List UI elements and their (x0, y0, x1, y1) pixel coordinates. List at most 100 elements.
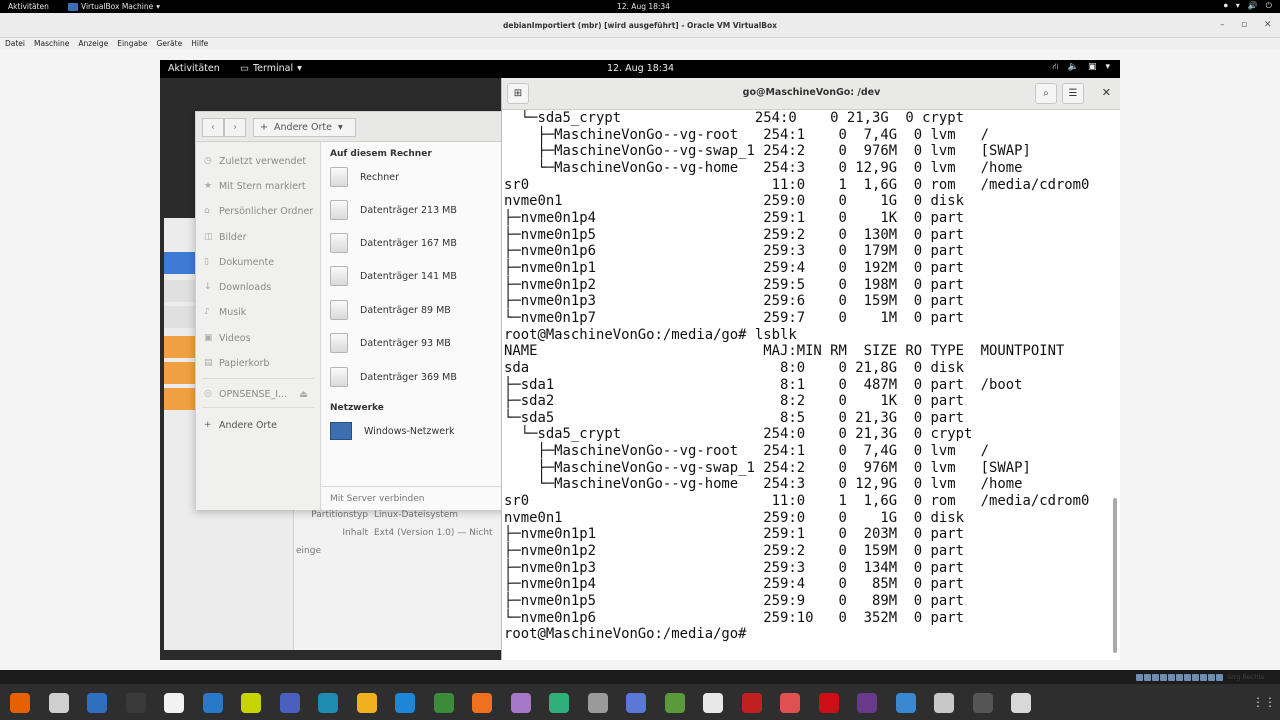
files-window: ‹ › + Andere Orte ▾ ◷ Zuletzt verwendet ★… (195, 111, 526, 510)
xmind-icon[interactable] (549, 693, 569, 713)
close-button[interactable]: ✕ (1264, 13, 1272, 38)
sidebar-item-recent[interactable]: ◷ Zuletzt verwendet (204, 152, 306, 170)
forward-button[interactable]: › (224, 118, 246, 137)
location-row[interactable]: Datenträger 369 MB (330, 366, 457, 388)
network-icon[interactable] (279, 693, 300, 713)
opera-icon[interactable] (818, 693, 839, 713)
guest-activities-button[interactable]: Aktivitäten (168, 63, 220, 74)
text-editor-icon[interactable] (164, 693, 184, 713)
display-icon[interactable] (1184, 673, 1191, 681)
mouse-icon[interactable] (1208, 673, 1215, 681)
sidebar-item-home[interactable]: ⌂ Persönlicher Ordner (204, 202, 313, 220)
globe-icon[interactable] (433, 693, 454, 713)
window-icon[interactable] (626, 693, 646, 713)
writer-icon[interactable] (87, 693, 107, 713)
menu-hilfe[interactable]: Hilfe (191, 38, 208, 50)
browser-icon[interactable] (510, 693, 531, 713)
archive-icon[interactable] (356, 693, 377, 713)
scrollbar[interactable] (1113, 498, 1117, 653)
location-row[interactable]: Datenträger 141 MB (330, 265, 457, 287)
clock[interactable]: 12. Aug 18:34 (617, 2, 670, 11)
location-label: Datenträger 141 MB (360, 270, 457, 282)
location-row[interactable]: Datenträger 93 MB (330, 332, 451, 354)
close-button[interactable]: ✕ (1102, 86, 1111, 99)
property-key: Inhalt (342, 528, 368, 538)
sidebar-item-music[interactable]: ♪ Musik (204, 303, 246, 321)
terminal-icon[interactable] (125, 693, 146, 713)
eject-icon[interactable]: ⏏ (299, 389, 308, 400)
menu-button[interactable]: ☰ (1062, 83, 1084, 104)
sidebar-item-starred[interactable]: ★ Mit Stern markiert (204, 177, 306, 195)
guest-app-menu[interactable]: ▭ Terminal ▾ (240, 63, 302, 74)
menu-geraete[interactable]: Geräte (157, 38, 183, 50)
window-title: debianImportiert (mbr) [wird ausgeführt]… (503, 21, 777, 30)
blank-icon[interactable] (972, 693, 993, 713)
puzzle-icon[interactable] (780, 693, 800, 713)
files-icon[interactable] (48, 693, 69, 713)
firefox-icon[interactable] (10, 693, 30, 713)
sidebar-item-other-locations[interactable]: + Andere Orte (204, 416, 277, 434)
check-icon[interactable] (703, 693, 723, 713)
location-row[interactable]: Datenträger 167 MB (330, 232, 457, 254)
location-row[interactable]: Datenträger 89 MB (330, 299, 451, 321)
host-key-label: Strg Rechts (1227, 673, 1265, 681)
sidebar-item-pictures[interactable]: ◫ Bilder (204, 228, 247, 246)
guest-screen[interactable]: Aktivitäten ▭ Terminal ▾ 12. Aug 18:34 ⛙ 🔈… (160, 60, 1120, 660)
minimize-button[interactable]: – (1220, 13, 1225, 38)
shared-folder-icon[interactable] (1176, 673, 1183, 681)
menu-maschine[interactable]: Maschine (34, 38, 69, 50)
settings-icon[interactable] (587, 693, 608, 713)
filezilla-icon[interactable] (741, 693, 762, 713)
hdd-icon[interactable] (1136, 673, 1143, 681)
back-button[interactable]: ‹ (202, 118, 224, 137)
menu-anzeige[interactable]: Anzeige (78, 38, 108, 50)
sidebar-item-downloads[interactable]: ↓ Downloads (204, 278, 271, 296)
location-label: Datenträger 213 MB (360, 204, 457, 216)
gnome-icon[interactable] (664, 693, 685, 713)
terminal-text: └─sda5_crypt 254:0 0 21,3G 0 crypt ├─Mas… (504, 110, 1090, 643)
scope-icon[interactable] (318, 693, 338, 713)
net-icon[interactable] (1160, 673, 1167, 681)
sidebar-item-opnsense[interactable]: ◎ OPNSENSE_I... ⏏ (204, 385, 308, 403)
clock-icon: ◷ (204, 155, 212, 166)
keyboard-icon[interactable] (1216, 673, 1223, 681)
vscode-icon[interactable] (395, 693, 415, 713)
search-icon[interactable] (934, 693, 954, 713)
tray-icon[interactable] (1011, 693, 1031, 713)
video-icon[interactable] (857, 693, 877, 713)
optical-icon[interactable] (1144, 673, 1151, 681)
network-row[interactable]: Windows-Netzwerk (330, 420, 455, 442)
menu-eingabe[interactable]: Eingabe (117, 38, 147, 50)
location-row[interactable]: Rechner (330, 166, 399, 188)
sidebar-item-videos[interactable]: ▣ Videos (204, 329, 251, 347)
audio-icon[interactable] (1152, 673, 1159, 681)
terminal-window[interactable]: ⊞ go@MaschineVonGo: /dev ⌕ ☰ ✕ └─sda5_cr… (501, 78, 1120, 660)
record-icon: ⏺ (1223, 1, 1228, 10)
activities-button[interactable]: Aktivitäten (8, 2, 49, 11)
app-menu[interactable]: VirtualBox Machine ▾ (68, 2, 160, 11)
diagram-icon[interactable] (202, 693, 223, 713)
terminal-output[interactable]: └─sda5_crypt 254:0 0 21,3G 0 crypt ├─Mas… (504, 110, 1112, 660)
app-grid-icon[interactable]: ⋮⋮ (1252, 695, 1276, 709)
location-row[interactable]: Datenträger 213 MB (330, 199, 457, 221)
sidebar-item-documents[interactable]: ▯ Dokumente (204, 253, 274, 271)
gear-blue-icon[interactable] (895, 693, 916, 713)
document-icon: ▯ (204, 256, 209, 267)
sidebar-item-label: Downloads (219, 281, 272, 293)
sidebar-item-trash[interactable]: ▤ Papierkorb (204, 354, 269, 372)
partition-properties: Partitionstyp Linux-Dateisystem Inhalt Ext… (296, 506, 504, 560)
guest-clock[interactable]: 12. Aug 18:34 (607, 63, 674, 74)
path-bar[interactable]: + Andere Orte ▾ (253, 118, 356, 137)
connect-server-bar[interactable]: Mit Server verbinden (322, 486, 526, 510)
cpu-icon[interactable] (1200, 673, 1207, 681)
maximize-button[interactable]: ▫ (1241, 13, 1247, 38)
files-headerbar: ‹ › + Andere Orte ▾ (196, 112, 526, 142)
recording-icon[interactable] (1192, 673, 1199, 681)
usb-icon[interactable] (1168, 673, 1175, 681)
search-button[interactable]: ⌕ (1035, 83, 1057, 104)
menu-datei[interactable]: Datei (5, 38, 25, 50)
guest-system-tray[interactable]: ⛙ 🔈 ▣ ▾ (1052, 62, 1110, 73)
software-icon[interactable] (472, 693, 492, 713)
chart-icon[interactable] (241, 693, 261, 713)
system-tray[interactable]: ⏺ ▾ 🔊 ⏻ (1224, 1, 1272, 11)
